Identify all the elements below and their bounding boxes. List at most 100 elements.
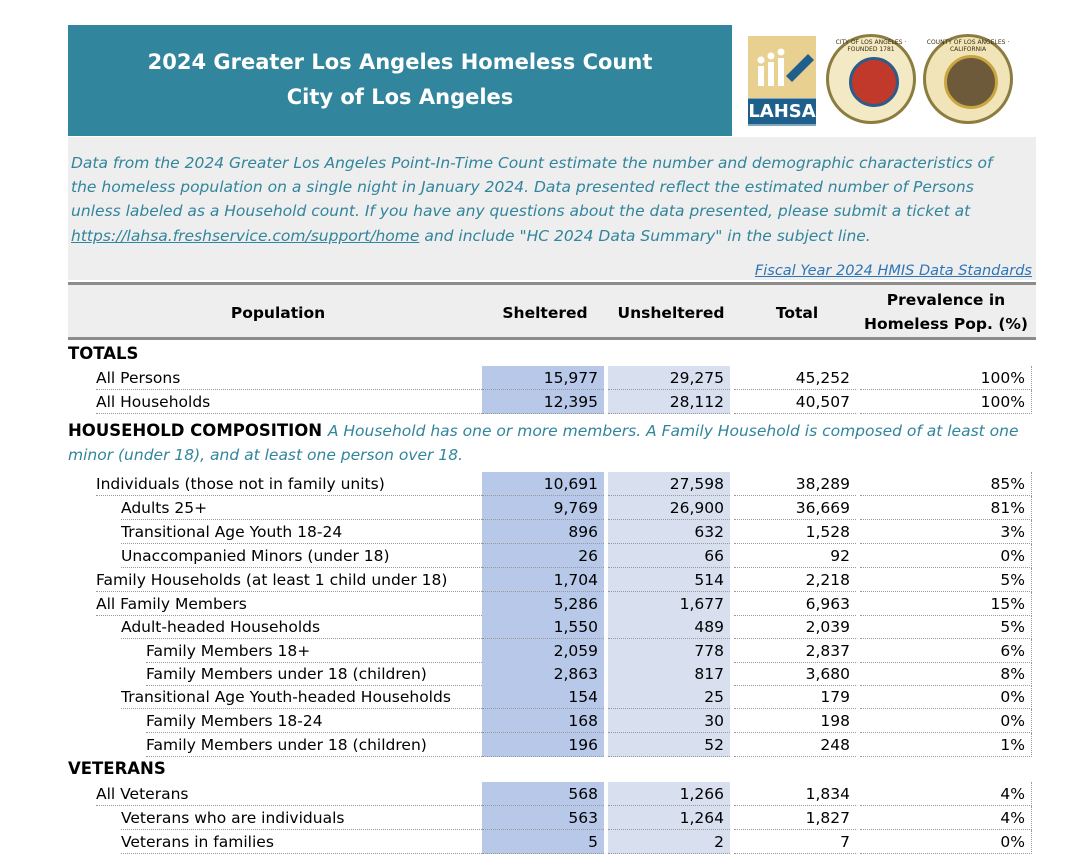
row-label: Transitional Age Youth 18-24 (121, 523, 343, 541)
total-cell: 92 (734, 544, 856, 568)
prevalence-cell: 85% (860, 472, 1032, 496)
prevalence-cell: 4% (860, 806, 1032, 830)
unsheltered-cell: 514 (608, 568, 730, 592)
table-row: Individuals (those not in family units) 1… (68, 472, 1036, 496)
total-cell: 2,837 (734, 639, 856, 663)
prevalence-cell: 100% (860, 390, 1032, 414)
table-row: Adult-headed Households 1,550 489 2,039 5% (68, 615, 1036, 639)
sheltered-cell: 2,863 (482, 662, 604, 686)
sheltered-cell: 154 (482, 685, 604, 709)
unsheltered-cell: 29,275 (608, 366, 730, 390)
prevalence-cell: 0% (860, 830, 1032, 854)
report-title: 2024 Greater Los Angeles Homeless Count (147, 50, 653, 74)
unsheltered-cell: 2 (608, 830, 730, 854)
prevalence-cell: 5% (860, 568, 1032, 592)
unsheltered-cell: 1,264 (608, 806, 730, 830)
unsheltered-cell: 28,112 (608, 390, 730, 414)
col-population: Population (230, 304, 326, 322)
intro-panel: Data from the 2024 Greater Los Angeles P… (68, 137, 1036, 280)
unsheltered-cell: 817 (608, 662, 730, 686)
report-title-banner: 2024 Greater Los Angeles Homeless Count … (68, 25, 732, 136)
sheltered-cell: 1,704 (482, 568, 604, 592)
sheltered-cell: 9,769 (482, 496, 604, 520)
col-total: Total (775, 304, 819, 322)
support-link[interactable]: https://lahsa.freshservice.com/support/h… (71, 227, 419, 245)
prevalence-cell: 100% (860, 366, 1032, 390)
row-label: All Persons (96, 369, 181, 387)
prevalence-cell: 4% (860, 782, 1032, 806)
unsheltered-cell: 27,598 (608, 472, 730, 496)
row-rule (96, 413, 482, 414)
table-row: Transitional Age Youth-headed Households… (68, 685, 1036, 709)
unsheltered-cell: 632 (608, 520, 730, 544)
table-row: All Family Members 5,286 1,677 6,963 15% (68, 592, 1036, 616)
city-seal-icon: CITY OF LOS ANGELES · FOUNDED 1781 (826, 34, 916, 124)
section-heading: TOTALS (68, 344, 139, 363)
total-cell: 38,289 (734, 472, 856, 496)
row-label: Adults 25+ (121, 499, 208, 517)
row-label: Family Households (at least 1 child unde… (96, 571, 448, 589)
sheltered-cell: 563 (482, 806, 604, 830)
lahsa-wordmark: LAHSA (748, 99, 816, 124)
sheltered-cell: 168 (482, 709, 604, 733)
table-row: Family Members 18-24 168 30 198 0% (68, 709, 1036, 733)
row-label: Family Members 18-24 (146, 712, 323, 730)
prevalence-cell: 81% (860, 496, 1032, 520)
intro-tail: and include "HC 2024 Data Summary" in th… (419, 226, 871, 245)
total-cell: 36,669 (734, 496, 856, 520)
row-label: Family Members under 18 (children) (146, 736, 427, 754)
table-row: Family Households (at least 1 child unde… (68, 568, 1036, 592)
unsheltered-cell: 66 (608, 544, 730, 568)
row-label: Family Members under 18 (children) (146, 665, 427, 683)
row-label: All Households (96, 393, 211, 411)
row-label: Family Members 18+ (146, 642, 311, 660)
prevalence-cell: 0% (860, 544, 1032, 568)
prevalence-cell: 15% (860, 592, 1032, 616)
unsheltered-cell: 30 (608, 709, 730, 733)
sheltered-cell: 2,059 (482, 639, 604, 663)
sheltered-cell: 896 (482, 520, 604, 544)
row-label: All Veterans (96, 785, 189, 803)
sheltered-cell: 12,395 (482, 390, 604, 414)
lahsa-logo: LAHSA (748, 36, 816, 126)
total-cell: 2,218 (734, 568, 856, 592)
row-rule (146, 756, 482, 757)
table-row: Family Members under 18 (children) 2,863 8… (68, 662, 1036, 686)
intro-text: Data from the 2024 Greater Los Angeles P… (71, 151, 1021, 248)
total-cell: 1,528 (734, 520, 856, 544)
table-row: All Persons 15,977 29,275 45,252 100% (68, 366, 1036, 390)
table-row: Transitional Age Youth 18-24 896 632 1,528 3… (68, 520, 1036, 544)
col-prevalence-line1: Prevalence in (886, 291, 1006, 309)
total-cell: 248 (734, 733, 856, 757)
unsheltered-cell: 52 (608, 733, 730, 757)
total-cell: 7 (734, 830, 856, 854)
table-row: Unaccompanied Minors (under 18) 26 66 92 0% (68, 544, 1036, 568)
logo-strip: LAHSA CITY OF LOS ANGELES · FOUNDED 1781… (740, 30, 1020, 130)
table-row: Family Members under 18 (children) 196 52 2… (68, 733, 1036, 757)
report-subtitle: City of Los Angeles (286, 85, 514, 109)
row-label: Adult-headed Households (121, 618, 321, 636)
table-row: Veterans who are individuals 563 1,264 1,82… (68, 806, 1036, 830)
total-cell: 45,252 (734, 366, 856, 390)
sheltered-cell: 5 (482, 830, 604, 854)
total-cell: 1,827 (734, 806, 856, 830)
section-veterans: VETERANS (68, 757, 1036, 781)
total-cell: 3,680 (734, 662, 856, 686)
section-household-composition: HOUSEHOLD COMPOSITION A Household has on… (68, 419, 1036, 467)
intro-body: Data from the 2024 Greater Los Angeles P… (71, 154, 993, 221)
row-label: Transitional Age Youth-headed Households (121, 688, 451, 706)
unsheltered-cell: 1,677 (608, 592, 730, 616)
total-cell: 40,507 (734, 390, 856, 414)
table-row: Family Members 18+ 2,059 778 2,837 6% (68, 639, 1036, 663)
sheltered-cell: 5,286 (482, 592, 604, 616)
county-seal-icon: COUNTY OF LOS ANGELES · CALIFORNIA (923, 34, 1013, 124)
section-heading: VETERANS (68, 759, 166, 778)
col-sheltered: Sheltered (502, 304, 588, 322)
sheltered-cell: 568 (482, 782, 604, 806)
city-seal-text: CITY OF LOS ANGELES · FOUNDED 1781 (835, 39, 907, 53)
total-cell: 179 (734, 685, 856, 709)
unsheltered-cell: 778 (608, 639, 730, 663)
section-heading: HOUSEHOLD COMPOSITION (68, 421, 323, 440)
col-prevalence-line2: Homeless Pop. (%) (863, 315, 1029, 333)
sheltered-cell: 15,977 (482, 366, 604, 390)
